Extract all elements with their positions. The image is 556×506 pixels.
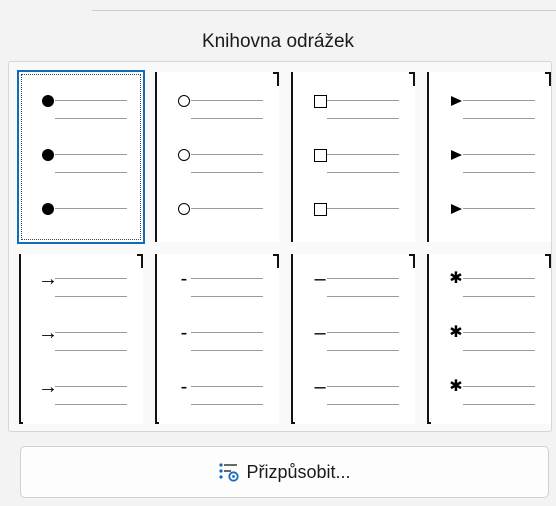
list-settings-icon [218,461,240,483]
en-dash-icon: – [314,268,326,290]
filled-circle-icon [37,144,59,166]
asterisk-icon: ✱ [449,324,463,341]
hollow-circle-icon [173,198,195,220]
filled-circle-icon [37,90,59,112]
bullet-option-hollow-square[interactable] [291,72,415,242]
en-dash-icon: – [314,322,326,344]
arrow-icon: → [38,376,58,398]
dash-icon: - [180,376,188,398]
arrowhead-icon [445,198,467,220]
hollow-square-icon [309,90,331,112]
bullet-option-dash-short[interactable]: - - - [155,254,279,424]
hollow-square-icon [309,144,331,166]
bullet-gallery: → → → - - - – – – ✱ ✱ ✱ [8,61,552,432]
arrowhead-icon [445,144,467,166]
hollow-square-icon [309,198,331,220]
customize-label: Přizpůsobit... [246,461,351,482]
bullet-option-asterisk[interactable]: ✱ ✱ ✱ [427,254,551,424]
dash-icon: - [180,322,188,344]
bullet-library-title: Knihovna odrážek [201,31,355,52]
bullet-option-arrow[interactable]: → → → [19,254,143,424]
bullet-option-hollow-circle[interactable] [155,72,279,242]
bullet-option-arrowhead[interactable] [427,72,551,242]
asterisk-icon: ✱ [449,270,463,287]
hollow-circle-icon [173,144,195,166]
customize-button[interactable]: Přizpůsobit... [20,446,549,498]
filled-circle-icon [37,198,59,220]
bullet-option-dash-long[interactable]: – – – [291,254,415,424]
divider-line [92,10,556,11]
arrow-icon: → [38,268,58,290]
dash-icon: - [180,268,188,290]
asterisk-icon: ✱ [449,378,463,395]
arrowhead-icon [445,90,467,112]
en-dash-icon: – [314,376,326,398]
hollow-circle-icon [173,90,195,112]
arrow-icon: → [38,322,58,344]
bullet-option-filled-circle[interactable] [17,70,145,244]
